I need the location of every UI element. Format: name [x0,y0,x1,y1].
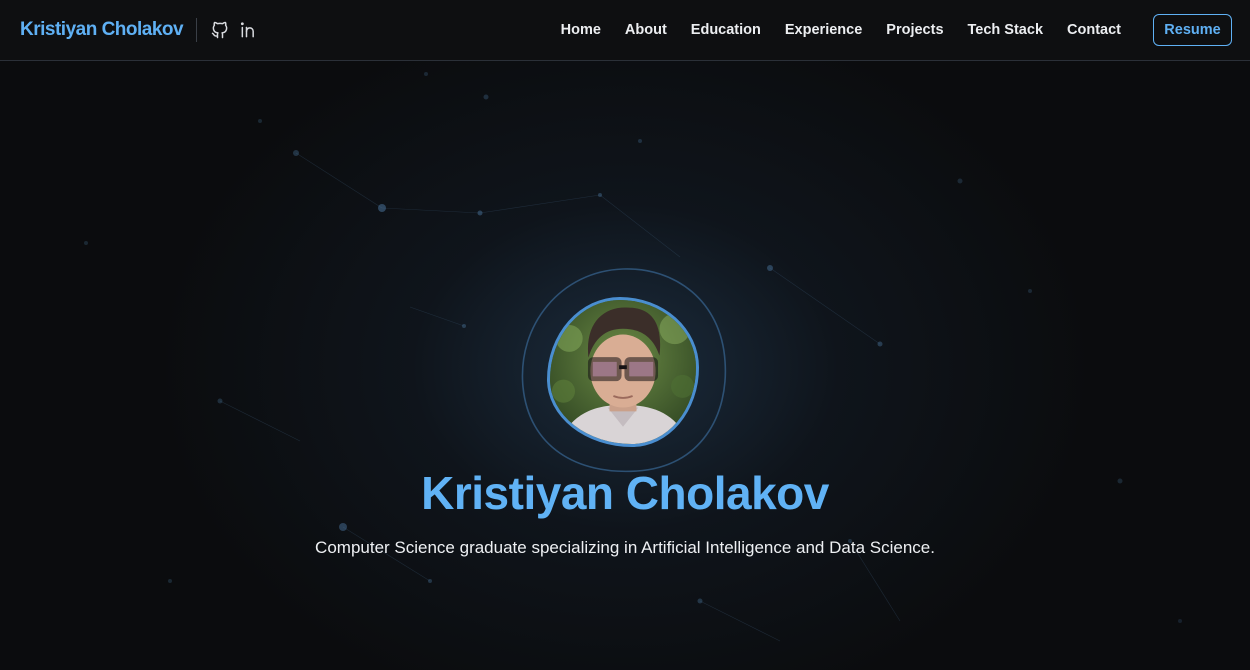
social-links [209,20,259,41]
avatar [547,297,699,447]
navbar: Kristiyan Cholakov Home About Education … [0,0,1250,61]
nav-tech-stack[interactable]: Tech Stack [968,22,1044,38]
brand-link[interactable]: Kristiyan Cholakov [20,19,184,41]
profile-photo [550,300,696,444]
github-icon[interactable] [209,20,230,41]
brand-divider [196,18,198,42]
avatar-container [515,265,731,475]
nav-about[interactable]: About [625,22,667,38]
hero-name: Kristiyan Cholakov [421,467,829,519]
nav-education[interactable]: Education [691,22,761,38]
nav-contact[interactable]: Contact [1067,22,1121,38]
portfolio-page: Kristiyan Cholakov Home About Education … [0,0,1250,670]
hero-section: Kristiyan Cholakov Computer Science grad… [0,61,1250,670]
linkedin-icon[interactable] [238,20,259,41]
nav-projects[interactable]: Projects [886,22,943,38]
nav-home[interactable]: Home [561,22,601,38]
nav-experience[interactable]: Experience [785,22,862,38]
resume-button[interactable]: Resume [1153,14,1232,46]
hero-subtitle: Computer Science graduate specializing i… [315,538,935,557]
nav-menu: Home About Education Experience Projects… [561,22,1121,38]
